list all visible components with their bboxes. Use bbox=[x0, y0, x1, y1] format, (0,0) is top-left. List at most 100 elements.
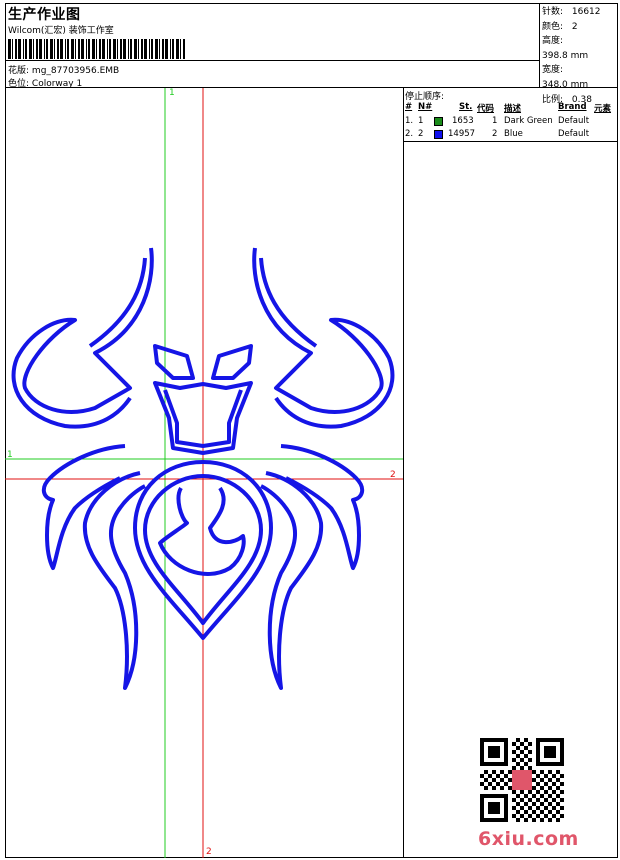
qr-module bbox=[516, 818, 520, 822]
left-eye-shape bbox=[153, 344, 195, 380]
barcode-bar bbox=[81, 39, 84, 59]
qr-module bbox=[488, 774, 492, 778]
qr-module bbox=[516, 762, 520, 766]
qr-module bbox=[512, 750, 516, 754]
qr-module bbox=[536, 774, 540, 778]
qr-module bbox=[548, 818, 552, 822]
qr-module bbox=[544, 782, 548, 786]
col-element: 元素 bbox=[594, 104, 612, 114]
qr-module bbox=[556, 778, 560, 782]
qr-module bbox=[552, 782, 556, 786]
barcode-bar bbox=[117, 39, 118, 59]
right-eye-shape bbox=[211, 344, 253, 380]
qr-finder bbox=[488, 746, 500, 758]
qr-module bbox=[528, 750, 532, 754]
qr-module bbox=[536, 790, 540, 794]
col-num: # bbox=[405, 102, 413, 112]
qr-module bbox=[532, 818, 536, 822]
qr-module bbox=[516, 738, 520, 742]
qr-module bbox=[536, 814, 540, 818]
qr-module bbox=[548, 810, 552, 814]
qr-module bbox=[484, 770, 488, 774]
qr-module bbox=[552, 798, 556, 802]
qr-module bbox=[556, 802, 560, 806]
qr-module bbox=[532, 794, 536, 798]
header-divider bbox=[5, 60, 539, 61]
barcode-bar bbox=[144, 39, 147, 59]
barcode-bar bbox=[138, 39, 139, 59]
barcode bbox=[8, 39, 185, 59]
qr-module bbox=[528, 758, 532, 762]
qr-module bbox=[556, 786, 560, 790]
qr-module bbox=[520, 742, 524, 746]
barcode-bar bbox=[88, 39, 90, 59]
row-n: 1 bbox=[418, 116, 424, 126]
barcode-bar bbox=[151, 39, 153, 59]
header: 生产作业图 Wilcom(汇宏) 装饰工作室 花版: mg_87703956.E… bbox=[5, 3, 618, 105]
barcode-bar bbox=[25, 39, 27, 59]
barcode-bar bbox=[155, 39, 158, 59]
qr-module bbox=[520, 750, 524, 754]
red-h-label: 2 bbox=[390, 470, 396, 480]
qr-module bbox=[520, 766, 524, 770]
stat-label: 颜色: bbox=[542, 21, 564, 32]
stat-height: 高度: 398.8 mm bbox=[542, 34, 618, 63]
stat-label: 高度: bbox=[542, 36, 564, 47]
row-code: 1 bbox=[492, 116, 498, 126]
qr-module bbox=[540, 778, 544, 782]
right-leg-2 bbox=[260, 471, 324, 690]
qr-module bbox=[512, 806, 516, 810]
qr-module bbox=[500, 786, 504, 790]
row-n: 2 bbox=[418, 129, 424, 139]
qr-module bbox=[512, 766, 516, 770]
qr-module bbox=[532, 810, 536, 814]
qr-module bbox=[492, 770, 496, 774]
qr-module bbox=[536, 782, 540, 786]
qr-module bbox=[524, 754, 528, 758]
qr-module bbox=[500, 778, 504, 782]
design-preview bbox=[5, 88, 403, 858]
barcode-bar bbox=[96, 39, 97, 59]
qr-module bbox=[504, 782, 508, 786]
stat-label: 宽度: bbox=[542, 65, 564, 76]
barcode-bar bbox=[165, 39, 168, 59]
barcode-bar bbox=[92, 39, 95, 59]
qr-module bbox=[512, 758, 516, 762]
qr-module bbox=[556, 810, 560, 814]
stop-sequence-title: 停止顺序: bbox=[405, 92, 445, 102]
design-label: 花版: bbox=[8, 66, 30, 76]
qr-module bbox=[520, 798, 524, 802]
qr-module bbox=[520, 758, 524, 762]
barcode-bar bbox=[33, 39, 34, 59]
barcode-bar bbox=[170, 39, 171, 59]
qr-module bbox=[548, 794, 552, 798]
row-code: 2 bbox=[492, 129, 498, 139]
studio-name: Wilcom(汇宏) 装饰工作室 bbox=[8, 26, 114, 36]
qr-module bbox=[544, 806, 548, 810]
barcode-bar bbox=[149, 39, 150, 59]
qr-module bbox=[536, 806, 540, 810]
barcode-bar bbox=[130, 39, 132, 59]
qr-module bbox=[492, 786, 496, 790]
green-v-label: 1 bbox=[169, 88, 175, 98]
qr-module bbox=[536, 798, 540, 802]
qr-module bbox=[516, 794, 520, 798]
qr-module bbox=[560, 774, 564, 778]
qr-module bbox=[552, 774, 556, 778]
qr-module bbox=[552, 790, 556, 794]
qr-module bbox=[520, 814, 524, 818]
qr-module bbox=[540, 802, 544, 806]
qr-module bbox=[540, 786, 544, 790]
row-brand: Default bbox=[558, 116, 590, 126]
qr-module bbox=[492, 778, 496, 782]
qr-module bbox=[532, 802, 536, 806]
qr-center-badge bbox=[512, 770, 532, 790]
qr-finder bbox=[544, 746, 556, 758]
qr-module bbox=[504, 774, 508, 778]
qr-module bbox=[528, 806, 532, 810]
barcode-bar bbox=[128, 39, 129, 59]
right-horn bbox=[252, 247, 395, 429]
qr-module bbox=[556, 794, 560, 798]
barcode-bar bbox=[141, 39, 143, 59]
page-title: 生产作业图 bbox=[8, 7, 81, 23]
